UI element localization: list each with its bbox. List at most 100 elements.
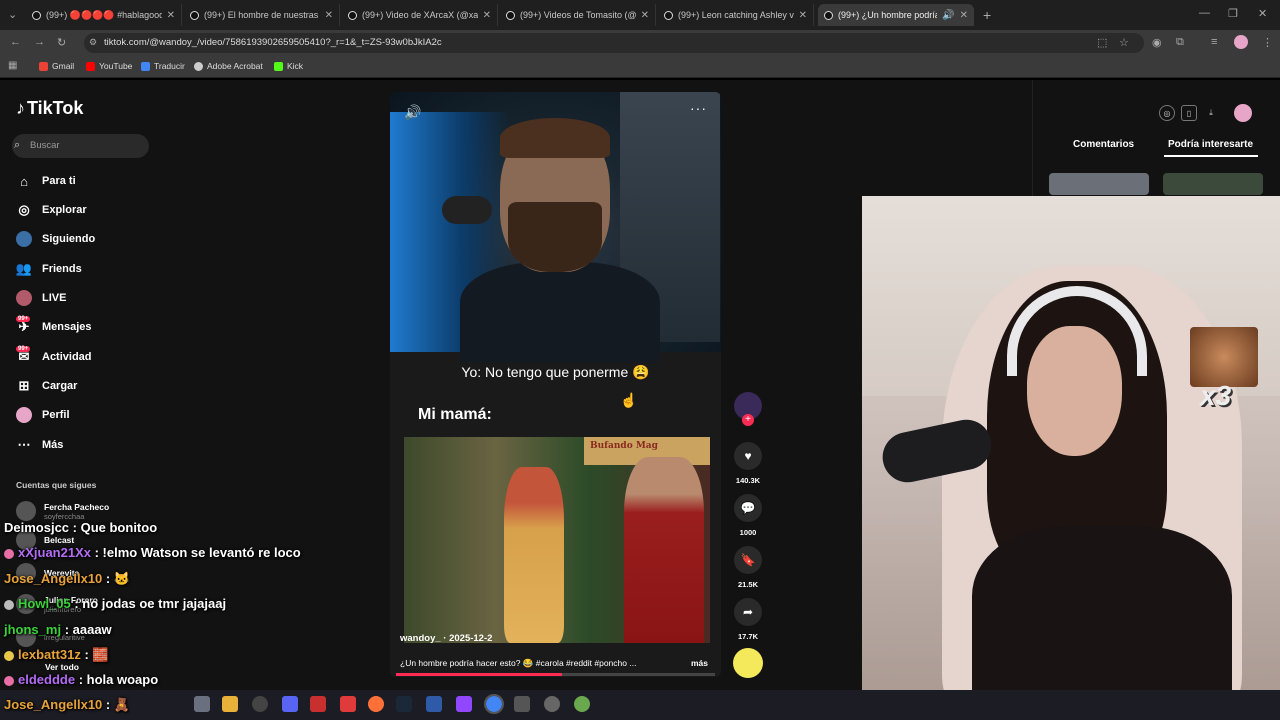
close-icon[interactable]: ✕: [960, 10, 968, 21]
nav-para-ti[interactable]: ⌂ Para ti: [16, 173, 76, 189]
browser-tab-2[interactable]: (99+) El hombre de nuestras vid ✕: [184, 4, 340, 26]
site-info-icon[interactable]: ⚙: [89, 37, 97, 48]
video-person-body: [460, 262, 660, 362]
discord-icon[interactable]: [282, 696, 298, 712]
tiktok-logo[interactable]: ♪ TikTok: [16, 98, 83, 119]
media-icon[interactable]: ≡: [1211, 36, 1217, 48]
more-options-icon[interactable]: ···: [690, 100, 707, 116]
browser-tab-1[interactable]: (99+) 🔴🔴🔴🔴 #hablagood ✕: [26, 4, 182, 26]
taskbar-app-icon[interactable]: [310, 696, 326, 712]
chat-badge-icon: [4, 650, 14, 661]
nav-siguiendo[interactable]: Siguiendo: [16, 231, 95, 247]
tab-comments[interactable]: Comentarios: [1073, 139, 1134, 150]
bookmark-star-icon[interactable]: ☆: [1119, 36, 1129, 49]
nav-live[interactable]: LIVE: [16, 290, 66, 306]
twitch-icon[interactable]: [456, 696, 472, 712]
taskbar-app-icon[interactable]: [426, 696, 442, 712]
bookmark-kick[interactable]: Kick: [274, 61, 303, 71]
save-button[interactable]: 🔖 21.5K: [734, 546, 762, 589]
close-icon[interactable]: ✕: [483, 10, 491, 21]
video-player[interactable]: 🔊 ··· Yo: No tengo que ponerme 😩 Mi mamá…: [390, 92, 721, 677]
share-button[interactable]: ➦ 17.7K: [734, 598, 762, 641]
steam-icon[interactable]: [396, 696, 412, 712]
tab-podria-interesarte[interactable]: Podría interesarte: [1168, 139, 1253, 150]
close-icon[interactable]: ✕: [641, 10, 649, 21]
compass-small-icon[interactable]: ◎: [1159, 105, 1175, 121]
recommended-thumbnail[interactable]: [1049, 173, 1149, 195]
taskbar-app-icon[interactable]: [574, 696, 590, 712]
more-link[interactable]: más: [691, 658, 708, 668]
firefox-icon[interactable]: [368, 696, 384, 712]
tab-title: (99+) Videos de Tomasito (@t: [520, 10, 636, 20]
following-item[interactable]: Fercha Pacheco soyfercchaa: [16, 501, 109, 521]
nav-label: Explorar: [42, 204, 87, 216]
extension-icon[interactable]: ◉: [1152, 36, 1162, 49]
volume-icon[interactable]: 🔊: [404, 104, 421, 121]
chat-text: : 🧸: [102, 697, 131, 712]
see-all-link[interactable]: Ver todo: [45, 662, 79, 672]
menu-icon[interactable]: ⋮: [1262, 36, 1273, 49]
url-field[interactable]: tiktok.com/@wandoy_/video/75861939026595…: [84, 33, 1144, 53]
file-explorer-icon[interactable]: [222, 696, 238, 712]
browser-tab-3[interactable]: (99+) Video de XArcaX (@xarca ✕: [342, 4, 498, 26]
close-icon[interactable]: ✕: [167, 10, 175, 21]
close-icon[interactable]: ✕: [799, 10, 807, 21]
tiktok-favicon-icon: [664, 10, 673, 20]
browser-tab-active[interactable]: (99+) ¿Un hombre podría h 🔊 ✕: [818, 4, 974, 26]
browser-tab-5[interactable]: (99+) Leon catching Ashley vs L ✕: [658, 4, 814, 26]
search-icon: ⌕: [14, 139, 21, 151]
mouse-cursor-icon: ☝: [620, 392, 638, 408]
share-icon: ➦: [734, 598, 762, 626]
sound-disc-icon[interactable]: [733, 648, 763, 678]
download-icon[interactable]: ⤓: [1203, 105, 1219, 121]
video-author[interactable]: wandoy_ · 2025-12-2: [400, 633, 492, 644]
minimize-icon[interactable]: —: [1199, 7, 1210, 19]
video-progress-fill: [396, 673, 562, 676]
share-count: 17.7K: [737, 632, 758, 641]
bookmark-label: Gmail: [52, 61, 75, 71]
install-icon[interactable]: ⬚: [1097, 36, 1107, 49]
nav-cargar[interactable]: ⊞ Cargar: [16, 378, 78, 394]
nav-perfil[interactable]: Perfil: [16, 407, 70, 423]
recommended-thumbnail[interactable]: [1163, 173, 1263, 195]
follow-plus-icon[interactable]: +: [742, 414, 754, 426]
nav-friends[interactable]: 👥 Friends: [16, 261, 82, 277]
tab-search-icon[interactable]: ⌄: [8, 8, 17, 21]
close-window-icon[interactable]: ✕: [1258, 7, 1267, 20]
comment-button[interactable]: 💬 1000: [734, 494, 762, 537]
settings-icon[interactable]: [544, 696, 560, 712]
back-icon[interactable]: ←: [10, 36, 21, 48]
bookmark-gmail[interactable]: Gmail: [39, 61, 74, 71]
author-avatar[interactable]: +: [734, 392, 762, 426]
puzzle-icon[interactable]: ⧉: [1176, 36, 1184, 49]
chat-badge-icon: [4, 675, 14, 686]
search-input[interactable]: Buscar: [12, 134, 149, 158]
chrome-icon[interactable]: [484, 694, 504, 714]
reload-icon[interactable]: ↻: [57, 36, 66, 49]
like-button[interactable]: ♥ 140.3K: [734, 442, 762, 485]
apps-icon[interactable]: ▦: [8, 60, 17, 71]
tiktok-favicon-icon: [190, 10, 199, 20]
bookmark-youtube[interactable]: YouTube: [86, 61, 132, 71]
chat-username: Deimosjcc: [4, 520, 70, 535]
bookmark-acrobat[interactable]: Adobe Acrobat: [194, 61, 263, 71]
maximize-icon[interactable]: ❐: [1228, 7, 1238, 20]
nav-explorar[interactable]: ◎ Explorar: [16, 202, 87, 218]
activity-badge: 99+: [16, 346, 31, 352]
forward-icon[interactable]: →: [34, 36, 45, 48]
video-dancer: [504, 467, 564, 643]
phone-icon[interactable]: ▯: [1181, 105, 1197, 121]
new-tab-icon[interactable]: +: [983, 7, 991, 23]
profile-avatar[interactable]: [1234, 35, 1248, 49]
taskbar-app-icon[interactable]: [340, 696, 356, 712]
browser-tab-4[interactable]: (99+) Videos de Tomasito (@t ✕: [500, 4, 656, 26]
close-icon[interactable]: ✕: [325, 10, 333, 21]
taskbar-app-icon[interactable]: [514, 696, 530, 712]
taskbar-app-icon[interactable]: [252, 696, 268, 712]
chat-text: : hola woapo: [75, 672, 159, 687]
user-avatar[interactable]: [1234, 104, 1252, 122]
chat-message: Howl_05 : no jodas oe tmr jajajaaj: [4, 596, 226, 611]
taskbar-app-icon[interactable]: [194, 696, 210, 712]
bookmark-translate[interactable]: Traducir: [141, 61, 185, 71]
nav-mas[interactable]: ⋯ Más: [16, 437, 64, 453]
